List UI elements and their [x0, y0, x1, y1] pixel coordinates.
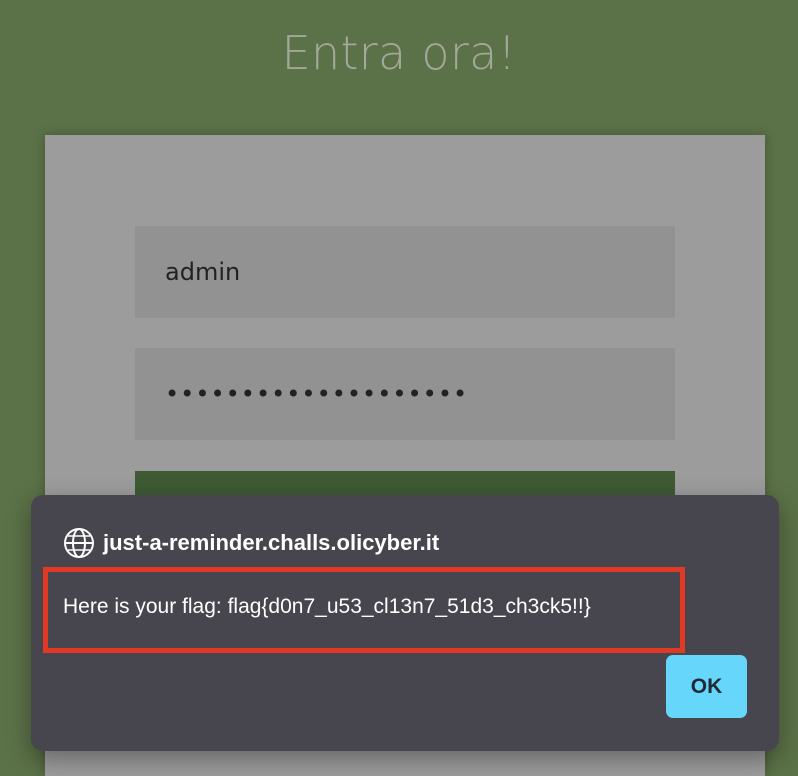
- alert-dialog: just-a-reminder.challs.olicyber.it Here …: [31, 495, 779, 751]
- dialog-overlay: just-a-reminder.challs.olicyber.it Here …: [0, 0, 798, 776]
- dialog-message: Here is your flag: flag{d0n7_u53_cl13n7_…: [63, 595, 591, 618]
- globe-icon: [64, 528, 94, 558]
- ok-button[interactable]: OK: [666, 655, 747, 718]
- dialog-origin-text: just-a-reminder.challs.olicyber.it: [103, 530, 440, 555]
- dialog-origin: just-a-reminder.challs.olicyber.it: [63, 527, 439, 559]
